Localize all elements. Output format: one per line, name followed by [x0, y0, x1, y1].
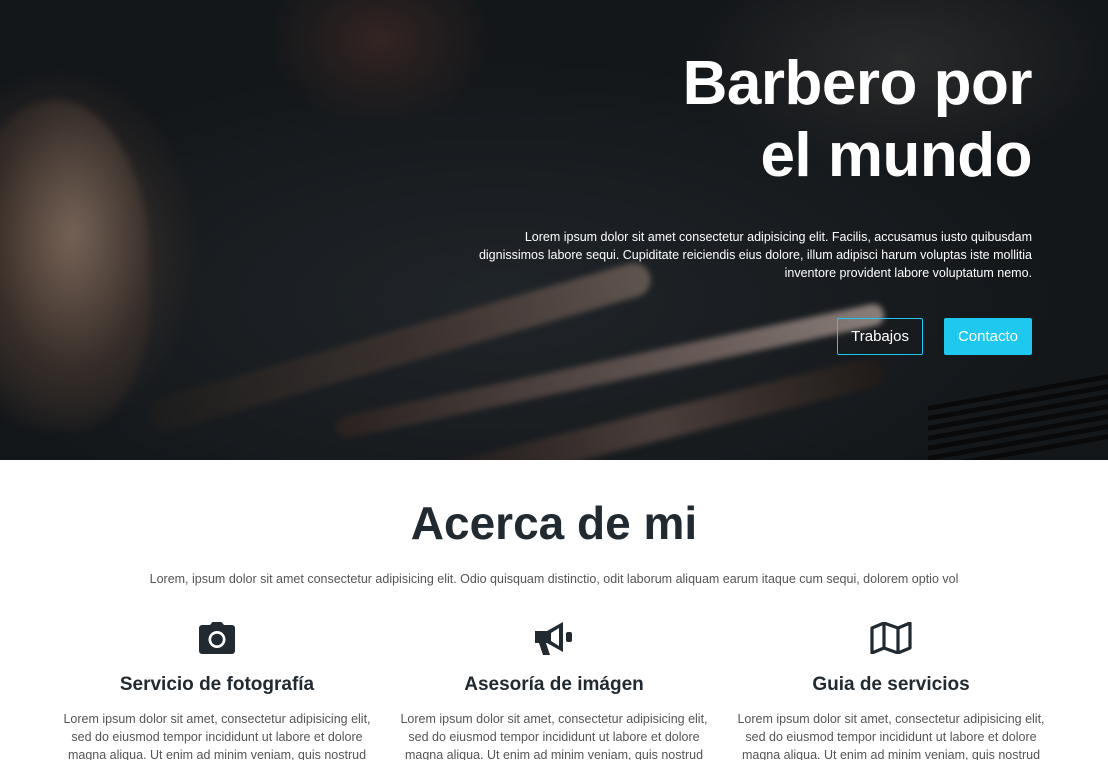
hero-content: Barbero por el mundo Lorem ipsum dolor s…: [432, 48, 1033, 355]
service-item: Servicio de fotografía Lorem ipsum dolor…: [56, 618, 378, 760]
hero-section: Barbero por el mundo Lorem ipsum dolor s…: [0, 0, 1108, 460]
trabajos-button[interactable]: Trabajos: [837, 318, 923, 355]
hero-description: Lorem ipsum dolor sit amet consectetur a…: [478, 230, 1032, 280]
about-lead: Lorem, ipsum dolor sit amet consectetur …: [149, 572, 959, 586]
service-text: Lorem ipsum dolor sit amet, consectetur …: [737, 712, 1045, 760]
service-text: Lorem ipsum dolor sit amet, consectetur …: [63, 712, 371, 760]
hero-actions: Trabajos Contacto: [432, 318, 1032, 355]
service-text: Lorem ipsum dolor sit amet, consectetur …: [400, 712, 708, 760]
megaphone-icon: [533, 618, 575, 658]
contacto-button[interactable]: Contacto: [943, 318, 1032, 355]
service-item: Asesoría de imágen Lorem ipsum dolor sit…: [393, 618, 715, 760]
hero-title: Barbero por el mundo: [682, 49, 1033, 190]
services-list: Servicio de fotografía Lorem ipsum dolor…: [56, 618, 1052, 760]
about-section: Acerca de mi Lorem, ipsum dolor sit amet…: [0, 460, 1108, 760]
map-icon: [870, 618, 912, 658]
camera-icon: [198, 618, 236, 658]
about-title: Acerca de mi: [410, 497, 698, 549]
service-item: Guia de servicios Lorem ipsum dolor sit …: [730, 618, 1052, 760]
service-title: Asesoría de imágen: [464, 674, 644, 695]
service-title: Guia de servicios: [812, 674, 970, 695]
service-title: Servicio de fotografía: [119, 674, 315, 695]
